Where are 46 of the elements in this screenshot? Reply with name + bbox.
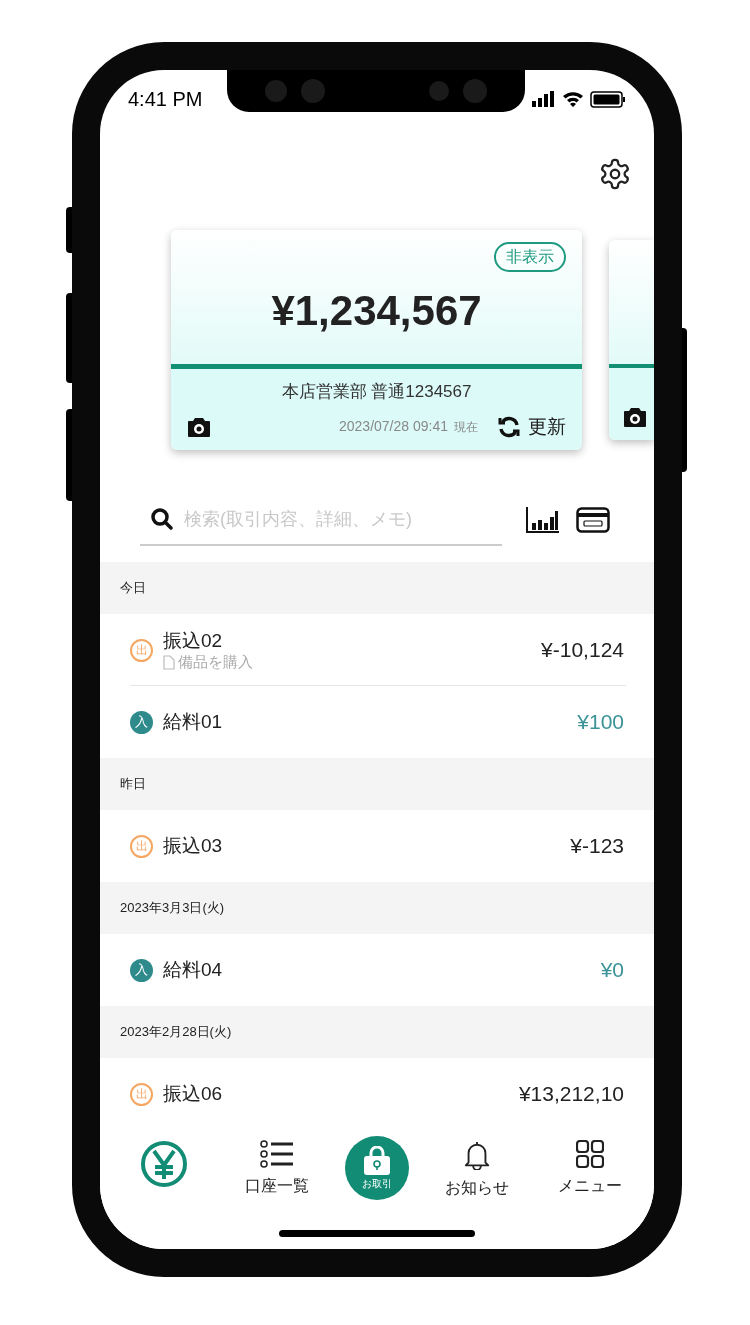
bar-chart-icon[interactable] xyxy=(526,507,560,533)
withdrawal-badge: 出 xyxy=(130,1082,153,1106)
nav-tab[interactable]: 口座一覧 xyxy=(232,1136,323,1200)
transaction-amount: ¥-10,124 xyxy=(541,637,624,664)
date-header: 今日 xyxy=(120,579,146,598)
transaction-amount: ¥-123 xyxy=(570,833,624,860)
bank-card-icon[interactable] xyxy=(576,507,610,533)
withdrawal-badge: 出 xyxy=(130,638,153,662)
balance-amount: ¥1,234,567 xyxy=(271,286,482,336)
transaction-title: 給料04 xyxy=(163,958,223,982)
transaction-amount: ¥100 xyxy=(577,709,624,736)
nav-tab[interactable]: メニュー xyxy=(544,1136,635,1200)
document-icon xyxy=(163,654,175,670)
yen-icon[interactable] xyxy=(140,1140,189,1188)
transaction-memo: 備品を購入 xyxy=(178,653,253,671)
refresh-icon xyxy=(496,414,522,439)
transaction-title: 振込03 xyxy=(163,834,223,858)
wifi-icon xyxy=(562,91,584,107)
withdrawal-badge: 出 xyxy=(130,834,153,858)
camera-icon[interactable] xyxy=(623,406,647,428)
transaction-amount: ¥0 xyxy=(600,957,624,984)
timestamp: 2023/07/28 09:41 xyxy=(339,417,448,437)
date-header: 2023年3月3日(火) xyxy=(120,899,225,918)
transaction-title: 振込06 xyxy=(163,1082,223,1106)
signal-icon xyxy=(532,91,556,107)
date-header: 2023年2月28日(火) xyxy=(120,1023,232,1042)
search-icon xyxy=(150,507,174,531)
deposit-badge: 入 xyxy=(130,958,153,982)
transaction-title: 給料01 xyxy=(163,710,223,734)
hide-button[interactable]: 非表示 xyxy=(494,242,566,272)
transaction-amount: ¥13,212,10 xyxy=(518,1081,624,1108)
deposit-badge: 入 xyxy=(130,710,153,734)
settings-icon[interactable] xyxy=(598,157,632,191)
account-info: 本店営業部 普通1234567 xyxy=(281,381,472,403)
nav-tab[interactable]: お知らせ xyxy=(431,1136,522,1200)
transaction-title: 振込02 xyxy=(163,629,224,653)
lock-bag-icon xyxy=(361,1145,393,1176)
list-icon xyxy=(260,1140,295,1168)
battery-icon xyxy=(590,90,626,108)
transactions-tab[interactable]: お取引 xyxy=(345,1136,409,1200)
refresh-button[interactable]: 更新 xyxy=(496,412,566,441)
status-time: 4:41 PM xyxy=(128,87,203,112)
camera-icon[interactable] xyxy=(187,415,211,438)
date-header: 昨日 xyxy=(120,775,146,794)
timestamp-suffix: 現在 xyxy=(454,418,478,436)
grid-icon xyxy=(575,1140,604,1168)
